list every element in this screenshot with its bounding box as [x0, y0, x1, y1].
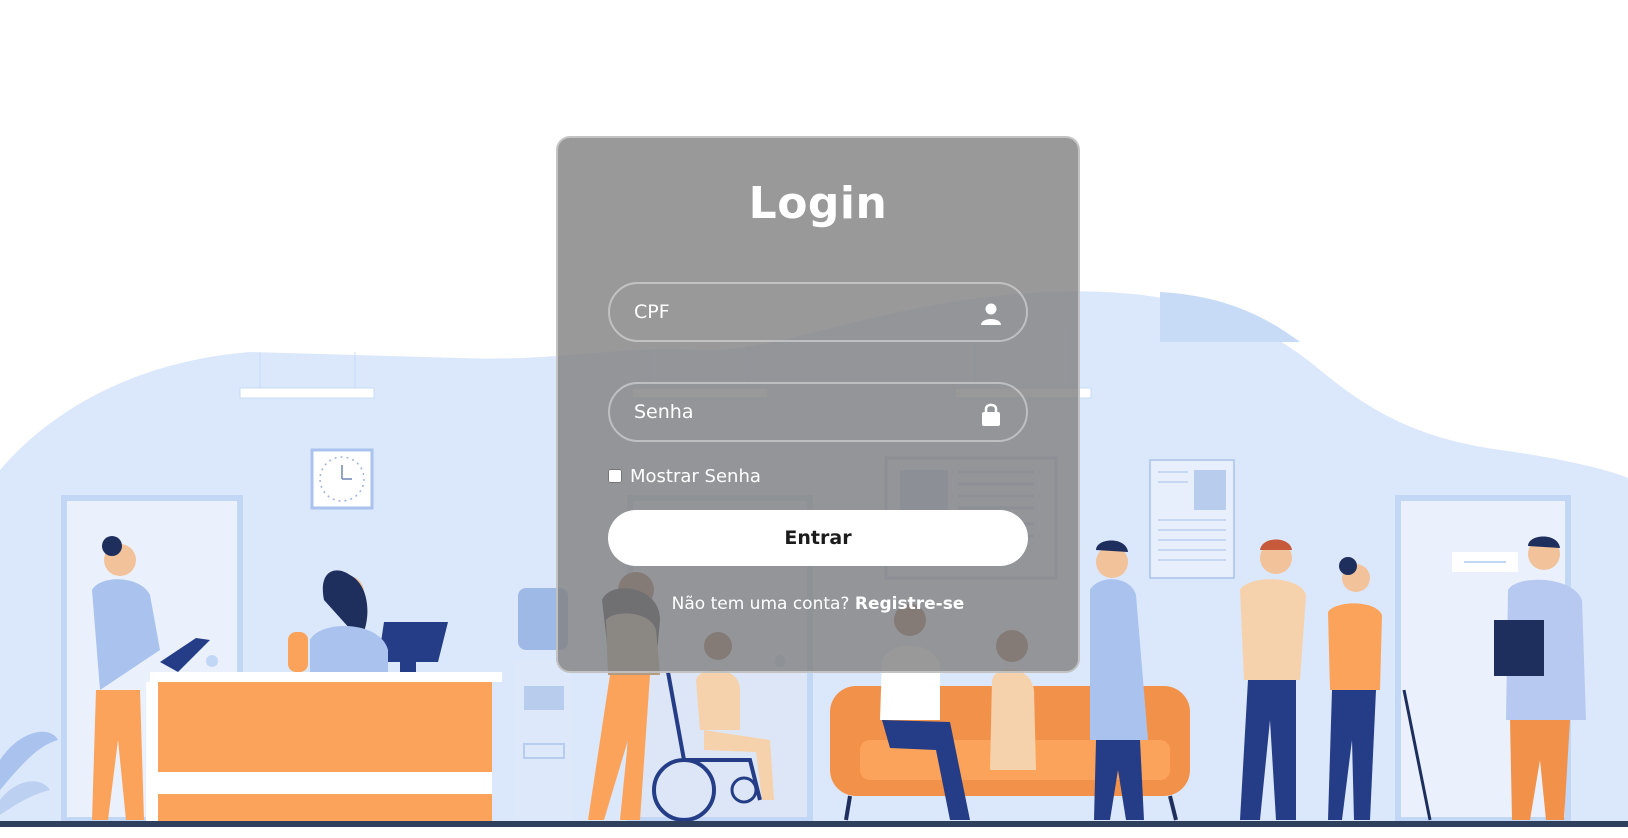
cpf-input[interactable] — [610, 284, 1026, 340]
register-prompt: Não tem uma conta? Registre-se — [558, 594, 1078, 614]
show-password-label: Mostrar Senha — [630, 465, 761, 487]
cpf-field — [608, 282, 1028, 342]
user-icon — [981, 303, 1001, 325]
login-button[interactable]: Entrar — [608, 510, 1028, 566]
register-prompt-text: Não tem uma conta? — [671, 594, 850, 614]
password-input[interactable] — [610, 384, 1026, 440]
lock-icon — [982, 403, 1000, 426]
password-field — [608, 382, 1028, 442]
show-password-toggle[interactable]: Mostrar Senha — [608, 464, 761, 488]
register-link[interactable]: Registre-se — [855, 594, 964, 614]
login-card: Login Mostrar Senha Entrar Não tem uma c… — [556, 136, 1080, 673]
login-title: Login — [748, 178, 888, 229]
show-password-checkbox[interactable] — [608, 469, 622, 483]
